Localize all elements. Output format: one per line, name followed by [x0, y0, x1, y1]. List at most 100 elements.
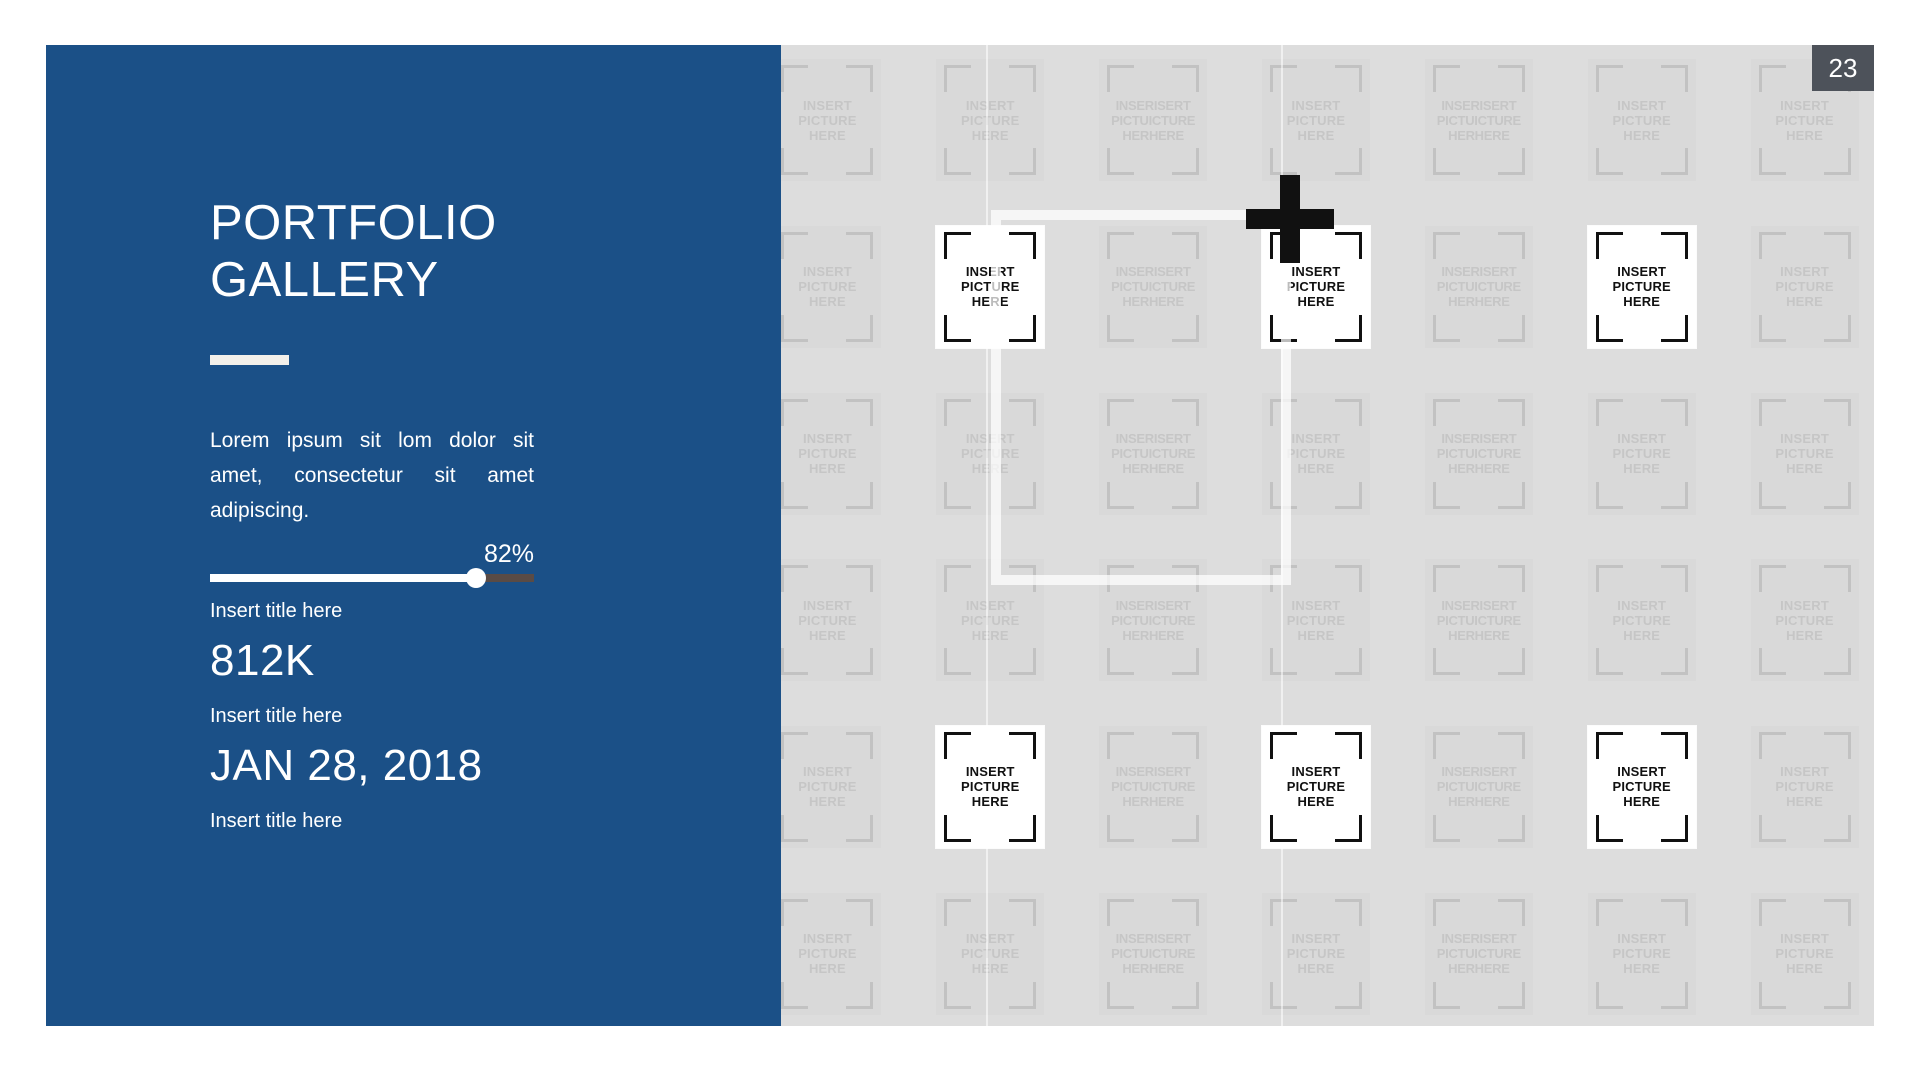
picture-placeholder-label: INSERISERT PICTUICTURE HERHERE: [1111, 764, 1196, 810]
gallery-cell: INSERISERT PICTUICTURE HERHERE: [1397, 370, 1560, 537]
picture-placeholder-label: INSERT PICTURE HERE: [1775, 264, 1834, 310]
slider-caption: Insert title here: [210, 600, 343, 622]
picture-placeholder-label: INSERISERT PICTUICTURE HERHERE: [1436, 264, 1521, 310]
gallery-cell: INSERISERT PICTUICTURE HERHERE: [1397, 45, 1560, 204]
gallery-cell: INSERT PICTURE HERE: [1560, 537, 1723, 704]
gallery-cell: INSERT PICTURE HERE: [1723, 370, 1874, 537]
gallery-cell: INSERT PICTURE HERE: [909, 45, 1072, 204]
picture-placeholder-active[interactable]: INSERT PICTURE HERE: [936, 725, 1045, 848]
stat-value-0: 812K: [210, 636, 315, 685]
info-panel-content: PORTFOLIO GALLERY Lorem ipsum sit lom do…: [210, 195, 630, 833]
gallery-cell: INSERISERT PICTUICTURE HERHERE: [1072, 45, 1235, 204]
picture-placeholder[interactable]: INSERISERT PICTUICTURE HERHERE: [1424, 59, 1533, 182]
picture-placeholder[interactable]: INSERT PICTURE HERE: [1750, 725, 1859, 848]
stat-value-1: JAN 28, 2018: [210, 741, 483, 790]
picture-placeholder-label: INSERT PICTURE HERE: [1612, 764, 1671, 810]
gallery-cell: INSERISERT PICTUICTURE HERHERE: [1397, 537, 1560, 704]
picture-placeholder-label: INSERT PICTURE HERE: [1775, 97, 1834, 143]
picture-placeholder-label: INSERISERT PICTUICTURE HERHERE: [1436, 431, 1521, 477]
picture-placeholder[interactable]: INSERISERT PICTUICTURE HERHERE: [1099, 59, 1208, 182]
picture-placeholder-label: INSERT PICTURE HERE: [1612, 431, 1671, 477]
picture-placeholder-label: INSERISERT PICTUICTURE HERHERE: [1436, 764, 1521, 810]
body-paragraph: Lorem ipsum sit lom dolor sit amet, cons…: [210, 429, 534, 522]
picture-placeholder-label: INSERT PICTURE HERE: [1775, 764, 1834, 810]
picture-placeholder[interactable]: INSERT PICTURE HERE: [936, 59, 1045, 182]
picture-placeholder-label: INSERT PICTURE HERE: [961, 97, 1020, 143]
gallery-cell: INSERISERT PICTUICTURE HERHERE: [1397, 870, 1560, 1026]
gallery-cell: INSERT PICTURE HERE: [909, 870, 1072, 1026]
picture-placeholder-label: INSERT PICTURE HERE: [1286, 431, 1346, 477]
picture-placeholder[interactable]: INSERISERT PICTUICTURE HERHERE: [1099, 725, 1208, 848]
picture-placeholder[interactable]: INSERT PICTURE HERE: [773, 392, 882, 515]
picture-placeholder-label: INSERT PICTURE HERE: [961, 597, 1020, 643]
picture-placeholder[interactable]: INSERT PICTURE HERE: [773, 559, 882, 682]
picture-placeholder[interactable]: INSERISERT PICTUICTURE HERHERE: [1424, 892, 1533, 1015]
picture-placeholder-label: INSERT PICTURE HERE: [1612, 597, 1671, 643]
picture-placeholder-active[interactable]: INSERT PICTURE HERE: [1587, 225, 1696, 348]
page-number-badge: 23: [1812, 45, 1874, 91]
picture-placeholder-label: INSERISERT PICTUICTURE HERHERE: [1436, 97, 1521, 143]
picture-placeholder-label: INSERT PICTURE HERE: [1612, 97, 1671, 143]
slider-value-label: 82%: [483, 540, 534, 568]
picture-placeholder[interactable]: INSERT PICTURE HERE: [1261, 892, 1370, 1015]
picture-placeholder[interactable]: INSERISERT PICTUICTURE HERHERE: [1099, 892, 1208, 1015]
picture-placeholder[interactable]: INSERT PICTURE HERE: [1750, 892, 1859, 1015]
picture-placeholder-active[interactable]: INSERT PICTURE HERE: [1587, 725, 1696, 848]
picture-placeholder[interactable]: INSERISERT PICTUICTURE HERHERE: [1424, 225, 1533, 348]
gallery-cell: INSERT PICTURE HERE: [1235, 704, 1398, 871]
picture-placeholder-label: INSERT PICTURE HERE: [961, 931, 1020, 977]
picture-placeholder-label: INSERT PICTURE HERE: [798, 264, 857, 310]
picture-placeholder-label: INSERT PICTURE HERE: [798, 597, 857, 643]
picture-placeholder-active[interactable]: INSERT PICTURE HERE: [1261, 725, 1370, 848]
slider-fill: [210, 574, 476, 582]
plus-marker-icon[interactable]: [1246, 175, 1334, 263]
slider-track[interactable]: [210, 568, 534, 588]
gallery-cell: INSERT PICTURE HERE: [1723, 870, 1874, 1026]
stat-caption-0: Insert title here: [210, 705, 343, 727]
picture-placeholder-label: INSERISERT PICTUICTURE HERHERE: [1436, 597, 1521, 643]
picture-placeholder-label: INSERISERT PICTUICTURE HERHERE: [1111, 97, 1196, 143]
picture-placeholder[interactable]: INSERT PICTURE HERE: [1750, 225, 1859, 348]
info-panel: PORTFOLIO GALLERY Lorem ipsum sit lom do…: [46, 45, 781, 1026]
guide-line-1: [986, 45, 988, 1026]
picture-placeholder-label: INSERT PICTURE HERE: [961, 764, 1020, 810]
picture-placeholder[interactable]: INSERT PICTURE HERE: [1261, 59, 1370, 182]
picture-placeholder[interactable]: INSERISERT PICTUICTURE HERHERE: [1424, 559, 1533, 682]
picture-placeholder-label: INSERT PICTURE HERE: [798, 764, 857, 810]
picture-placeholder[interactable]: INSERT PICTURE HERE: [1750, 559, 1859, 682]
picture-placeholder-label: INSERT PICTURE HERE: [798, 431, 857, 477]
gallery-cell: INSERT PICTURE HERE: [1560, 370, 1723, 537]
gallery-cell: INSERT PICTURE HERE: [1723, 204, 1874, 371]
picture-placeholder-label: INSERT PICTURE HERE: [1286, 931, 1346, 977]
gallery-cell: INSERT PICTURE HERE: [1723, 537, 1874, 704]
gallery-cell: INSERISERT PICTUICTURE HERHERE: [1072, 870, 1235, 1026]
picture-placeholder[interactable]: INSERT PICTURE HERE: [773, 725, 882, 848]
picture-placeholder[interactable]: INSERT PICTURE HERE: [1587, 892, 1696, 1015]
picture-placeholder[interactable]: INSERT PICTURE HERE: [773, 892, 882, 1015]
picture-placeholder-label: INSERT PICTURE HERE: [798, 931, 857, 977]
title-underline-rule: [210, 355, 289, 365]
picture-placeholder[interactable]: INSERT PICTURE HERE: [773, 59, 882, 182]
picture-placeholder[interactable]: INSERISERT PICTUICTURE HERHERE: [1424, 725, 1533, 848]
selection-rectangle[interactable]: [991, 210, 1291, 585]
slide-canvas: INSERT PICTURE HERE INSERT PICTURE HERE IN…: [46, 45, 1874, 1026]
picture-placeholder[interactable]: INSERT PICTURE HERE: [1587, 392, 1696, 515]
slider-knob[interactable]: [465, 568, 486, 588]
gallery-cell: INSERT PICTURE HERE: [1723, 704, 1874, 871]
gallery-cell: INSERISERT PICTUICTURE HERHERE: [1072, 704, 1235, 871]
progress-slider[interactable]: 82%: [210, 540, 534, 588]
picture-placeholder-label: INSERT PICTURE HERE: [1286, 597, 1346, 643]
picture-placeholder-label: INSERT PICTURE HERE: [1612, 264, 1671, 310]
picture-placeholder[interactable]: INSERT PICTURE HERE: [936, 892, 1045, 1015]
picture-placeholder[interactable]: INSERT PICTURE HERE: [1587, 59, 1696, 182]
gallery-cell: INSERT PICTURE HERE: [1560, 704, 1723, 871]
picture-placeholder[interactable]: INSERISERT PICTUICTURE HERHERE: [1424, 392, 1533, 515]
picture-placeholder-label: INSERISERT PICTUICTURE HERHERE: [1111, 597, 1196, 643]
gallery-cell: INSERT PICTURE HERE: [1235, 870, 1398, 1026]
stat-caption-1: Insert title here: [210, 810, 343, 832]
picture-placeholder-label: INSERT PICTURE HERE: [1286, 264, 1346, 310]
picture-placeholder[interactable]: INSERT PICTURE HERE: [1750, 392, 1859, 515]
gallery-cell: INSERT PICTURE HERE: [909, 704, 1072, 871]
picture-placeholder[interactable]: INSERT PICTURE HERE: [1587, 559, 1696, 682]
picture-placeholder[interactable]: INSERT PICTURE HERE: [773, 225, 882, 348]
